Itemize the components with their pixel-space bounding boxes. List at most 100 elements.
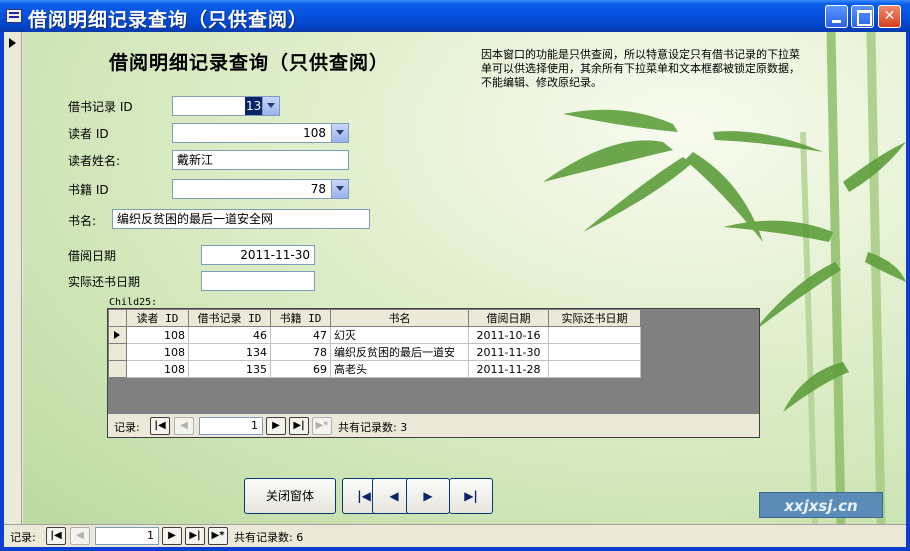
new-record-button[interactable]: ▶* [208, 527, 228, 545]
title-bar[interactable]: 借阅明细记录查询（只供查阅） ✕ [0, 0, 910, 32]
borrow-id-label: 借书记录 ID [68, 100, 133, 114]
cell-borrow-date[interactable]: 2011-11-28 [468, 360, 549, 378]
table-row[interactable]: 108 135 69 高老头 2011-11-28 [108, 360, 641, 378]
book-id-combo[interactable]: 78 [172, 179, 349, 199]
record-count: 共有记录数: 3 [338, 421, 408, 434]
site-logo: xxjxsj.cn [759, 492, 883, 518]
prev-record-button[interactable]: ◀ [174, 417, 194, 435]
cell-book-name[interactable]: 高老头 [330, 360, 469, 378]
form-navigation: 记录: |◀ ◀ 1 ▶ ▶| ▶* 共有记录数: 6 [4, 524, 906, 547]
borrow-history-subform: 读者 ID 借书记录 ID 书籍 ID 书名 借阅日期 实际还书日期 108 4… [107, 308, 760, 438]
readonly-note: 因本窗口的功能是只供查阅，所以特意设定只有借书记录的下拉菜单可以供选择使用，其余… [481, 48, 800, 89]
book-name-label: 书名: [68, 214, 97, 228]
cell-book-id[interactable]: 69 [270, 360, 331, 378]
cell-borrow-id[interactable]: 46 [188, 326, 271, 344]
bamboo-stalk [826, 32, 846, 524]
column-header[interactable]: 借书记录 ID [188, 309, 271, 327]
borrow-id-combo[interactable]: 134 [172, 96, 280, 116]
bamboo-leaf [583, 157, 691, 232]
new-record-button[interactable]: ▶* [312, 417, 332, 435]
maximize-button[interactable] [851, 5, 874, 28]
column-header[interactable]: 读者 ID [126, 309, 189, 327]
cell-book-id[interactable]: 47 [270, 326, 331, 344]
bamboo-stalk [800, 131, 818, 524]
reader-id-label: 读者 ID [68, 127, 109, 141]
first-record-button[interactable]: |◀ [150, 417, 170, 435]
last-record-button[interactable]: ▶| [185, 527, 205, 545]
cell-reader-id[interactable]: 108 [126, 326, 189, 344]
next-record-big-button[interactable]: ▶ [406, 478, 450, 514]
column-header[interactable]: 借阅日期 [468, 309, 549, 327]
cell-book-id[interactable]: 78 [270, 343, 331, 361]
bamboo-stalk [866, 32, 886, 524]
borrow-history-table: 读者 ID 借书记录 ID 书籍 ID 书名 借阅日期 实际还书日期 108 4… [108, 309, 641, 378]
cell-reader-id[interactable]: 108 [126, 343, 189, 361]
form-icon[interactable] [6, 9, 22, 23]
bamboo-leaf [543, 140, 673, 182]
chevron-down-icon[interactable] [262, 97, 279, 115]
cell-return-date[interactable] [548, 343, 641, 361]
form-title: 借阅明细记录查询（只供查阅） [109, 52, 390, 74]
reader-id-value: 108 [303, 126, 326, 140]
cell-reader-id[interactable]: 108 [126, 360, 189, 378]
current-record-icon [9, 38, 16, 48]
borrow-id-value: 134 [245, 97, 269, 115]
bamboo-leaf [865, 252, 906, 282]
form-client: 借阅明细记录查询（只供查阅） 因本窗口的功能是只供查阅，所以特意设定只有借书记录… [4, 32, 906, 547]
next-record-button[interactable]: ▶ [162, 527, 182, 545]
subform-caption: Child25: [109, 297, 158, 308]
cell-borrow-id[interactable]: 135 [188, 360, 271, 378]
record-label: 记录: [10, 531, 36, 544]
last-record-button[interactable]: ▶| [289, 417, 309, 435]
last-record-big-button[interactable]: ▶| [449, 478, 493, 514]
bamboo-background [543, 32, 906, 524]
record-label: 记录: [114, 421, 140, 434]
cell-book-name[interactable]: 幻灭 [330, 326, 469, 344]
reader-name-field[interactable]: 戴新江 [172, 150, 349, 170]
row-selector[interactable] [108, 360, 127, 378]
cell-return-date[interactable] [548, 326, 641, 344]
cell-return-date[interactable] [548, 360, 641, 378]
next-record-button[interactable]: ▶ [266, 417, 286, 435]
close-form-button[interactable]: 关闭窗体 [244, 478, 336, 514]
row-selector[interactable] [108, 343, 127, 361]
form-body: 借阅明细记录查询（只供查阅） 因本窗口的功能是只供查阅，所以特意设定只有借书记录… [23, 32, 906, 524]
first-record-button[interactable]: |◀ [46, 527, 66, 545]
subform-navigation: 记录: |◀ ◀ 1 ▶ ▶| ▶* 共有记录数: 3 [108, 413, 759, 437]
select-all-cell[interactable] [108, 309, 127, 327]
book-id-value: 78 [310, 182, 326, 196]
current-row-icon [114, 331, 120, 339]
current-record-field[interactable]: 1 [199, 417, 263, 435]
table-row[interactable]: 108 134 78 编织反贫困的最后一道安 2011-11-30 [108, 343, 641, 361]
bamboo-leaf [723, 220, 833, 242]
borrow-date-field[interactable]: 2011-11-30 [201, 245, 315, 265]
column-header[interactable]: 书名 [330, 309, 469, 327]
book-name-field[interactable]: 编织反贫困的最后一道安全网 [112, 209, 370, 229]
app-window: 借阅明细记录查询（只供查阅） ✕ 借阅明细记录查询（只供查阅） 因本窗口的功能是… [0, 0, 910, 551]
chevron-down-icon[interactable] [331, 124, 348, 142]
column-header[interactable]: 实际还书日期 [548, 309, 641, 327]
cell-borrow-date[interactable]: 2011-10-16 [468, 326, 549, 344]
cell-borrow-id[interactable]: 134 [188, 343, 271, 361]
table-row[interactable]: 108 46 47 幻灭 2011-10-16 [108, 326, 641, 344]
reader-name-label: 读者姓名: [68, 154, 121, 168]
bamboo-leaf [563, 109, 678, 132]
column-header[interactable]: 书籍 ID [270, 309, 331, 327]
chevron-down-icon[interactable] [331, 180, 348, 198]
bamboo-leaf [753, 262, 841, 332]
record-count: 共有记录数: 6 [234, 531, 304, 544]
minimize-button[interactable] [825, 5, 848, 28]
return-date-field[interactable] [201, 271, 315, 291]
record-selector[interactable] [4, 32, 22, 524]
reader-id-combo[interactable]: 108 [172, 123, 349, 143]
cell-borrow-date[interactable]: 2011-11-30 [468, 343, 549, 361]
current-record-field[interactable]: 1 [95, 527, 159, 545]
prev-record-button[interactable]: ◀ [70, 527, 90, 545]
return-date-label: 实际还书日期 [68, 275, 141, 289]
row-selector[interactable] [108, 326, 127, 344]
borrow-date-label: 借阅日期 [68, 249, 117, 263]
close-window-button[interactable]: ✕ [878, 5, 901, 28]
window-title: 借阅明细记录查询（只供查阅） [28, 9, 309, 31]
cell-book-name[interactable]: 编织反贫困的最后一道安 [330, 343, 469, 361]
book-id-label: 书籍 ID [68, 183, 109, 197]
